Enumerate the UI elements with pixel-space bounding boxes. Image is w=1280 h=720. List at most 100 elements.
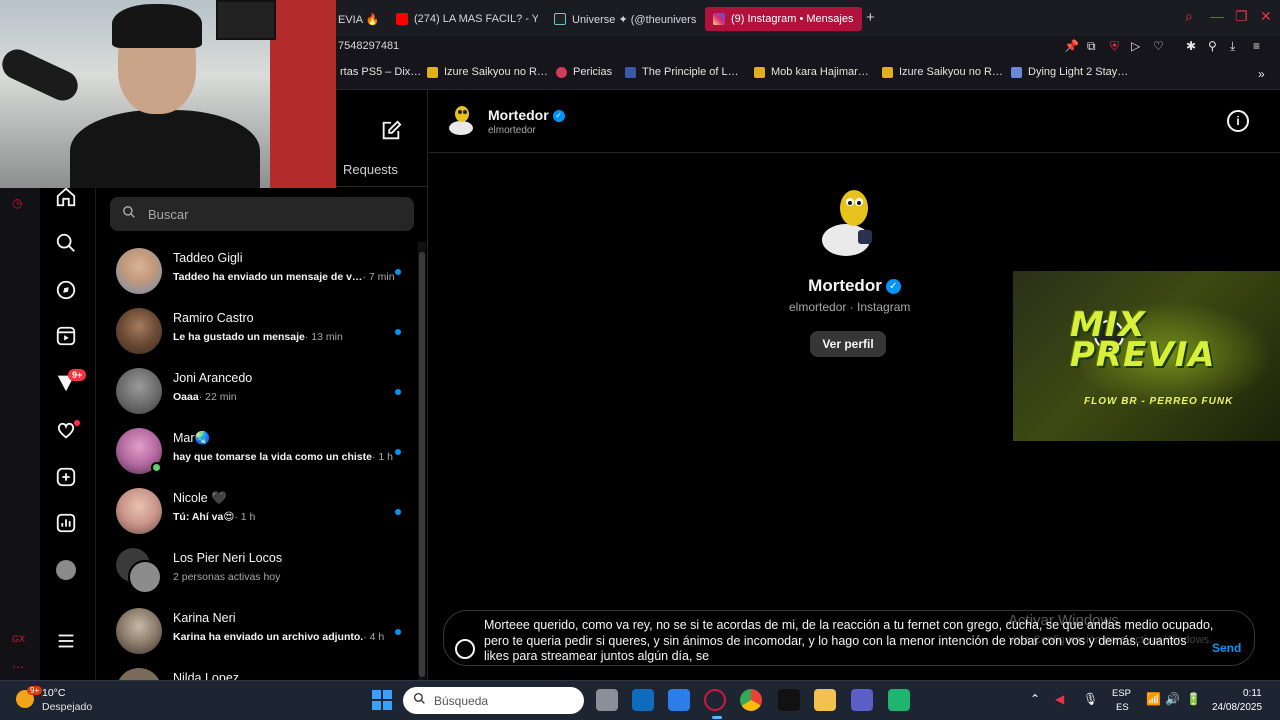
conversation-item[interactable]: Los Pier Neri Locos 2 personas activas h… (96, 541, 408, 601)
vpn-shield-icon[interactable]: ⛨ (1110, 39, 1119, 54)
conversation-item[interactable]: Nilda Lopez (96, 661, 408, 680)
send-button[interactable]: Send (1212, 641, 1241, 655)
tray-app-icon[interactable]: ◀ (1055, 692, 1064, 706)
conversation-preview: Karina ha enviado un archivo adjunto. · … (173, 631, 385, 643)
notification-badge: 9+ (68, 369, 87, 381)
inbox-scroll-thumb[interactable] (419, 252, 425, 677)
conversation-item[interactable]: Karina Neri Karina ha enviado un archivo… (96, 601, 408, 661)
browser-tab-active[interactable]: (9) Instagram • Mensajes (705, 7, 862, 31)
teams-icon[interactable] (851, 689, 873, 711)
menu-icon[interactable]: ≡ (1253, 39, 1260, 53)
wifi-icon[interactable]: 📶 (1146, 692, 1161, 706)
clock-time[interactable]: 0:11 (1243, 688, 1262, 699)
keyboard-layout[interactable]: ES (1116, 702, 1129, 713)
chat-title[interactable]: Mortedor ✓ (488, 107, 565, 123)
conversation-item[interactable]: Ramiro Castro Le ha gustado un mensaje ·… (96, 301, 408, 361)
tiktok-icon[interactable] (778, 689, 800, 711)
maximize-button[interactable]: ❐ (1235, 8, 1248, 25)
bookmark-icon (754, 66, 765, 78)
unread-dot (395, 629, 401, 635)
profile-avatar[interactable] (54, 558, 78, 582)
account-icon[interactable]: ⚲ (1208, 39, 1217, 53)
app-icon[interactable] (888, 689, 910, 711)
conversation-item[interactable]: Mar🌏 hay que tomarse la vida como un chi… (96, 421, 408, 481)
more-menu-icon[interactable] (54, 629, 78, 653)
conversation-name: Taddeo Gigli (173, 251, 243, 265)
language-indicator[interactable]: ESP (1112, 688, 1131, 699)
conversation-item[interactable]: Nicole 🖤 Tú: Ahí va😍 · 1 h (96, 481, 408, 541)
online-indicator (151, 462, 162, 473)
play-icon[interactable]: ▷ (1131, 39, 1140, 53)
weather-description[interactable]: Despejado (42, 701, 92, 713)
conversation-preview: hay que tomarse la vida como un chiste ·… (173, 451, 393, 463)
verified-icon: ✓ (885, 279, 901, 295)
tray-chevron-icon[interactable]: ⌃ (1030, 692, 1040, 706)
close-button[interactable]: ✕ (1260, 8, 1272, 25)
compose-icon[interactable] (380, 120, 402, 147)
view-profile-button[interactable]: Ver perfil (810, 331, 886, 357)
heart-icon[interactable]: ♡ (1153, 39, 1164, 53)
extensions-icon[interactable]: ✱ (1186, 39, 1196, 53)
gx-icon[interactable]: GX (12, 634, 25, 644)
avatar (116, 668, 162, 680)
microphone-icon[interactable]: 🎙 (1083, 692, 1098, 706)
create-icon[interactable] (54, 465, 78, 489)
taskbar-search[interactable]: Búsqueda (403, 687, 584, 714)
battery-icon[interactable]: 🔋 (1186, 692, 1201, 706)
file-explorer-icon[interactable] (814, 689, 836, 711)
browser-tab[interactable]: (274) LA MAS FACIL? - Yo (388, 7, 538, 31)
more-icon[interactable]: ⋯ (12, 660, 24, 674)
emoji-icon[interactable] (455, 639, 475, 659)
bookmark-item[interactable]: rtas PS5 – Dix… (340, 66, 421, 78)
search-input[interactable] (148, 206, 398, 222)
browser-tab[interactable]: EVIA 🔥 (330, 7, 382, 31)
unread-dot (395, 449, 401, 455)
conversation-item[interactable]: Joni Arancedo Oaaa · 22 min (96, 361, 408, 421)
clock-date[interactable]: 24/08/2025 (1212, 702, 1262, 713)
start-button[interactable] (372, 690, 392, 710)
bookmark-item[interactable]: The Principle of L… (625, 66, 739, 78)
activate-windows-watermark: Activar Windows (1008, 612, 1119, 629)
promo-title: MIX PREVIA (1070, 305, 1216, 375)
snapshot-icon[interactable]: ⧉ (1087, 39, 1096, 54)
new-tab-button[interactable]: + (866, 9, 875, 26)
outlook-icon[interactable] (632, 689, 654, 711)
bookmark-item[interactable]: Dying Light 2 Stay… (1011, 66, 1128, 78)
bookmark-icon (1011, 66, 1022, 78)
history-icon[interactable]: ◷ (12, 196, 22, 210)
chat-avatar[interactable] (447, 104, 475, 136)
avatar (116, 608, 162, 654)
search-icon[interactable] (54, 231, 78, 255)
bookmark-item[interactable]: Izure Saikyou no R… (882, 66, 1003, 78)
chrome-icon[interactable] (740, 689, 762, 711)
search-icon (413, 692, 426, 710)
dashboard-icon[interactable] (54, 511, 78, 535)
volume-icon[interactable]: 🔊 (1165, 692, 1180, 706)
info-icon[interactable]: i (1227, 110, 1249, 132)
avatar (116, 488, 162, 534)
store-icon[interactable] (668, 689, 690, 711)
reels-icon[interactable] (54, 324, 78, 348)
bookmark-item[interactable]: Izure Saikyou no R… (427, 66, 548, 78)
bookmark-item[interactable]: Pericias (556, 66, 612, 78)
pin-icon[interactable]: 📌 (1064, 39, 1079, 53)
task-view-icon[interactable] (596, 689, 618, 711)
search-tabs-icon[interactable]: ⌕ (1185, 8, 1193, 25)
opera-gx-icon[interactable] (704, 689, 726, 719)
bookmark-icon (427, 66, 438, 78)
browser-tab[interactable]: Universe ✦ (@theunivers (546, 7, 696, 31)
bookmark-icon (625, 66, 636, 78)
bookmark-icon (882, 66, 893, 78)
requests-tab[interactable]: Requests (343, 162, 398, 177)
address-text[interactable]: 7548297481 (338, 40, 399, 52)
profile-avatar-large[interactable] (818, 186, 878, 260)
promo-subtitle: FLOW BR - PERREO FUNK (1084, 396, 1234, 407)
minimize-button[interactable]: — (1210, 8, 1224, 24)
more-bookmarks-icon[interactable]: » (1258, 67, 1265, 81)
home-icon[interactable] (54, 185, 78, 209)
inbox-search[interactable] (110, 197, 414, 231)
weather-temperature[interactable]: 10°C (42, 687, 65, 699)
download-icon[interactable]: ⤓ (1230, 39, 1235, 54)
conversation-name: Ramiro Castro (173, 311, 254, 325)
bookmark-item[interactable]: Mob kara Hajimar… (754, 66, 869, 78)
